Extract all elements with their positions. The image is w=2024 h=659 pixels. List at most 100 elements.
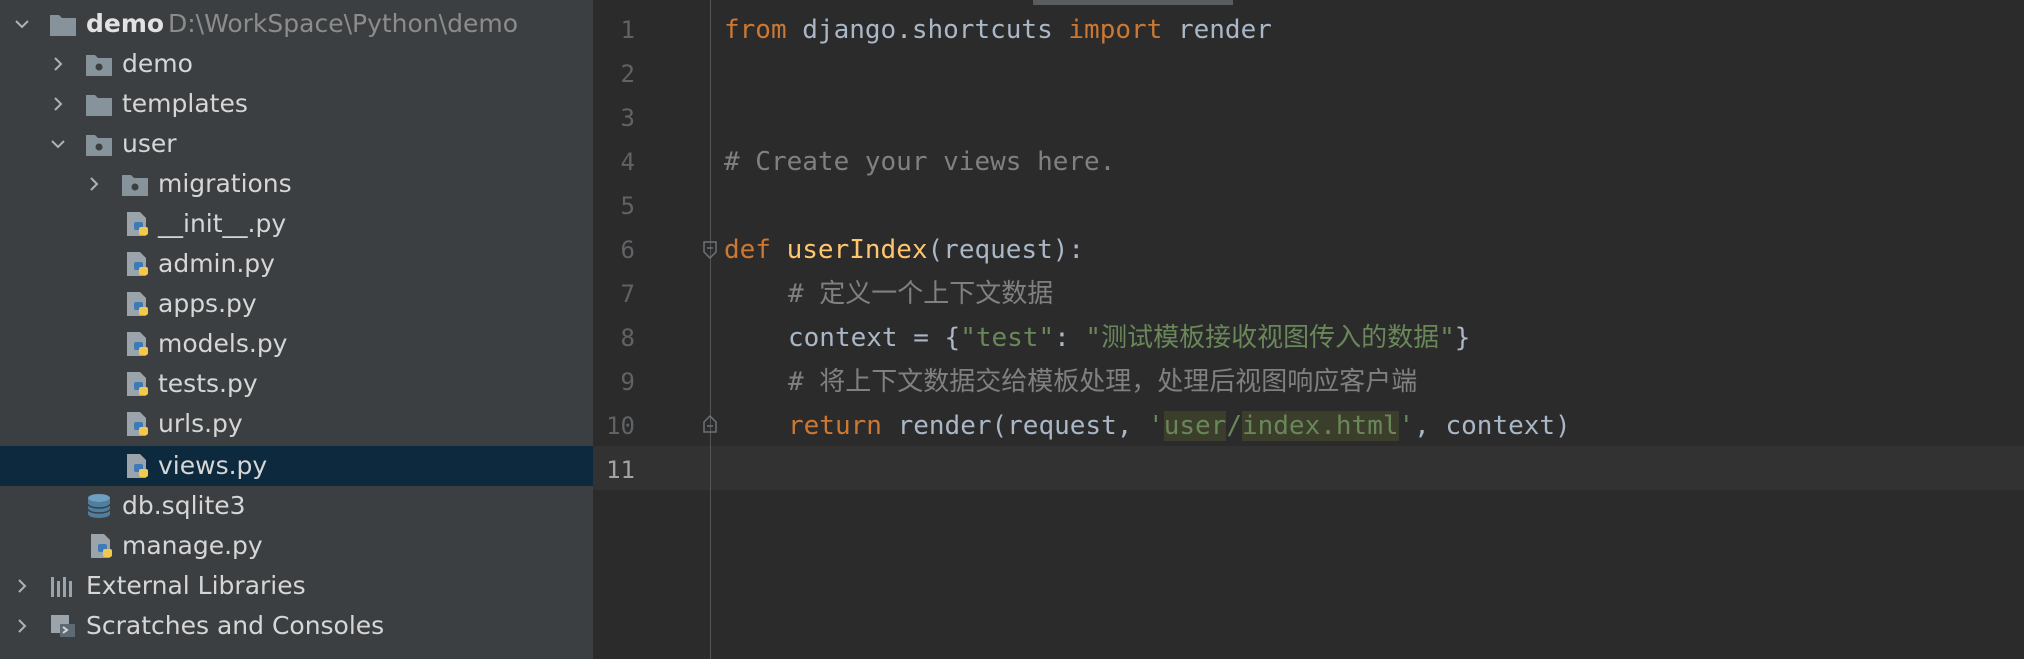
folder-icon [86, 95, 112, 116]
code-line-10[interactable]: return render(request, 'user/index.html'… [788, 404, 1571, 448]
python-file-icon [127, 372, 148, 396]
chevron-right-icon[interactable] [13, 577, 31, 595]
gutter-divider [710, 0, 711, 659]
chevron-down-icon[interactable] [13, 15, 31, 33]
python-file-icon [127, 412, 148, 436]
code-line-6[interactable]: def userIndex(request): [724, 228, 1084, 272]
tree-item-label: user [122, 129, 177, 158]
python-file-icon [91, 534, 112, 558]
tree-item-user[interactable]: user [0, 124, 593, 164]
comment: # 定义一个上下文数据 [788, 279, 1054, 309]
string-quote: ' [1398, 411, 1415, 441]
keyword: def [724, 235, 771, 265]
string-quote: ' [1148, 411, 1164, 441]
scratches-icon [51, 615, 75, 637]
line-number: 9 [620, 368, 635, 396]
tree-item-migrations[interactable]: migrations [0, 164, 593, 204]
line-number: 5 [620, 192, 635, 220]
line-number: 6 [620, 236, 635, 264]
tree-item-tests-py[interactable]: tests.py [0, 364, 593, 404]
tree-item-views-py[interactable]: views.py [0, 446, 593, 486]
libraries-icon [51, 577, 72, 597]
tree-item-label: demo [122, 49, 193, 78]
code-text: } [1454, 323, 1471, 353]
package-folder-icon [86, 55, 112, 76]
tree-item-label: urls.py [158, 409, 243, 438]
tree-item-label: tests.py [158, 369, 258, 398]
tree-item-label: views.py [158, 451, 268, 480]
code-text: context = { [788, 323, 961, 353]
tree-item-db-sqlite3[interactable]: db.sqlite3 [0, 486, 593, 526]
chevron-right-icon[interactable] [49, 55, 67, 73]
tree-item-label: External Libraries [86, 571, 306, 600]
root-path: D:\WorkSpace\Python\demo [168, 9, 518, 38]
fold-marker-icon[interactable] [702, 240, 718, 260]
string-literal: "测试模板接收视图传入的数据" [1085, 323, 1455, 353]
code-text: render(request, [881, 411, 1149, 441]
keyword: from [724, 15, 787, 45]
tree-item-label: models.py [158, 329, 288, 358]
module-name: django.shortcuts [786, 15, 1069, 45]
tree-item-demo[interactable]: demo [0, 44, 593, 84]
tree-item-label: __init__.py [158, 209, 287, 238]
fold-end-marker-icon[interactable] [702, 414, 718, 434]
comment: # 将上下文数据交给模板处理，处理后视图响应客户端 [788, 367, 1418, 397]
tree-root-demo[interactable]: demo D:\WorkSpace\Python\demo [0, 4, 593, 44]
parameters: (request): [927, 235, 1085, 265]
keyword: return [788, 411, 882, 441]
tree-item-templates[interactable]: templates [0, 84, 593, 124]
python-file-icon [127, 292, 148, 316]
code-line-4[interactable]: # Create your views here. [724, 140, 1115, 184]
code-line-1[interactable]: from django.shortcuts import render [724, 8, 1272, 52]
horizontal-scrollbar-thumb[interactable] [1033, 0, 1233, 5]
root-name: demo [86, 9, 165, 38]
comment: # Create your views here. [724, 147, 1116, 177]
tree-item-scratches-and-consoles[interactable]: Scratches and Consoles [0, 606, 593, 646]
tree-item-label: templates [122, 89, 248, 118]
tree-item-apps-py[interactable]: apps.py [0, 284, 593, 324]
tree-item-manage-py[interactable]: manage.py [0, 526, 593, 566]
tree-item-admin-py[interactable]: admin.py [0, 244, 593, 284]
tree-item-label: db.sqlite3 [122, 491, 246, 520]
string-literal: "test" [960, 323, 1055, 353]
python-file-icon [127, 252, 148, 276]
package-folder-icon [86, 135, 112, 156]
tree-item-label: manage.py [122, 531, 263, 560]
database-icon [87, 494, 111, 518]
code-editor[interactable]: 1 2 3 4 5 6 7 8 9 10 11 from django.shor… [593, 0, 2024, 659]
path-highlight: user [1163, 411, 1227, 441]
line-number: 2 [620, 60, 635, 88]
code-line-9[interactable]: # 将上下文数据交给模板处理，处理后视图响应客户端 [788, 360, 1417, 404]
tree-item-label: admin.py [158, 249, 275, 278]
project-tree: demo D:\WorkSpace\Python\demo demo templ… [0, 0, 593, 659]
tree-item-init-py[interactable]: __init__.py [0, 204, 593, 244]
python-file-icon [127, 454, 148, 478]
tree-item-urls-py[interactable]: urls.py [0, 404, 593, 444]
line-number: 8 [620, 324, 635, 352]
line-number: 4 [620, 148, 635, 176]
line-number: 1 [620, 16, 635, 44]
tree-item-models-py[interactable]: models.py [0, 324, 593, 364]
line-number: 7 [620, 280, 635, 308]
chevron-right-icon[interactable] [13, 617, 31, 635]
tree-item-label: apps.py [158, 289, 257, 318]
python-file-icon [127, 212, 148, 236]
function-name: userIndex [786, 235, 928, 265]
path-separator: / [1226, 411, 1242, 441]
code-text: , context) [1414, 411, 1571, 441]
tree-item-label: Scratches and Consoles [86, 611, 385, 640]
tree-item-external-libraries[interactable]: External Libraries [0, 566, 593, 606]
tree-item-label: migrations [158, 169, 292, 198]
chevron-right-icon[interactable] [85, 175, 103, 193]
chevron-down-icon[interactable] [49, 135, 67, 153]
code-text: : [1054, 323, 1086, 353]
ide-window: demo D:\WorkSpace\Python\demo demo templ… [0, 0, 2024, 659]
line-number: 3 [620, 104, 635, 132]
current-line-highlight [593, 446, 2024, 490]
code-line-8[interactable]: context = {"test": "测试模板接收视图传入的数据"} [788, 316, 1470, 360]
code-line-7[interactable]: # 定义一个上下文数据 [788, 272, 1053, 316]
line-number: 11 [606, 456, 635, 484]
python-file-icon [127, 332, 148, 356]
chevron-right-icon[interactable] [49, 95, 67, 113]
